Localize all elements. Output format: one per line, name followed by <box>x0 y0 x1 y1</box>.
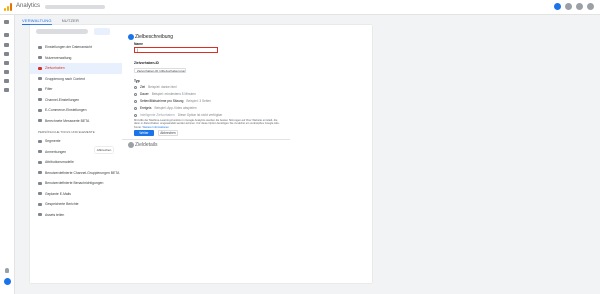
goal-type-pages-per-session[interactable]: Seiten/Bildschirme pro Sitzung Beispiel: … <box>134 98 211 104</box>
goal-type-event[interactable]: Ereignis Beispiel: App-Video abspielen <box>134 105 197 111</box>
cart-icon <box>38 108 42 112</box>
search-icon[interactable] <box>4 20 9 24</box>
help-icon[interactable] <box>565 3 572 10</box>
home-icon[interactable] <box>4 33 9 37</box>
sidebar-item-filters[interactable]: Filter <box>30 84 122 95</box>
conversions-icon[interactable] <box>4 88 9 92</box>
left-nav-rail <box>0 15 15 294</box>
tab-nutzer[interactable]: NUTZER <box>62 15 79 25</box>
view-selector[interactable] <box>36 29 88 34</box>
avatar[interactable] <box>587 3 594 10</box>
radio-button <box>134 113 137 117</box>
settings-icon <box>38 45 42 49</box>
analytics-logo-icon <box>4 3 13 11</box>
sidebar-item-attribution[interactable]: Attributionsmodelle <box>30 157 122 168</box>
smart-goals-note: Mit Hilfe der Machine-Learning-Funktion … <box>134 119 280 129</box>
sidebar-item-custom-channels[interactable]: Benutzerdefinierte Channel-Gruppierungen… <box>30 168 122 179</box>
cancel-button[interactable]: Abbrechen <box>158 130 178 136</box>
share-icon <box>38 213 42 217</box>
attribution-icon <box>38 160 42 164</box>
sidebar-item-view-settings[interactable]: Einstellungen der Datenansicht <box>30 42 122 53</box>
radio-button[interactable] <box>134 92 137 96</box>
notifications-icon[interactable] <box>554 3 561 10</box>
view-create-button[interactable] <box>94 28 110 35</box>
name-label: Name <box>134 42 143 46</box>
filter-icon <box>38 87 42 91</box>
goal-type-destination[interactable]: Ziel Beispiel: danke.html <box>134 84 177 90</box>
group-icon <box>38 77 42 81</box>
personal-tools-heading: PERSÖNLICHE TOOLS UND ELEMENTE <box>38 130 95 134</box>
radio-button[interactable] <box>134 106 137 110</box>
sidebar-item-custom-alerts[interactable]: Benutzerdefinierte Benachrichtigungen <box>30 178 122 189</box>
channel-icon <box>38 98 42 102</box>
goal-type-duration[interactable]: Dauer Beispiel: mindestens 5 Minuten <box>134 91 196 97</box>
section-divider <box>122 139 290 140</box>
sidebar-item-saved-reports[interactable]: Gespeicherte Berichte <box>30 199 122 210</box>
sidebar-item-goals[interactable]: Zielvorhaben <box>30 63 122 74</box>
slot-label: Zielvorhaben-ID <box>134 61 159 65</box>
behavior-icon[interactable] <box>4 79 9 83</box>
goal-slot-select[interactable]: Zielvorhaben-ID 1/Zielvorhabengruppe 1 <box>134 68 186 73</box>
lightbulb-icon[interactable] <box>5 268 9 273</box>
saved-report-icon <box>38 202 42 206</box>
customization-icon[interactable] <box>4 43 9 47</box>
sidebar-item-ecommerce[interactable]: E-Commerce-Einstellungen <box>30 105 122 116</box>
admin-sidebar: Einstellungen der Datenansicht Nutzerver… <box>30 42 122 220</box>
realtime-icon[interactable] <box>4 52 9 56</box>
learn-more-link[interactable]: Weitere Informationen <box>143 126 169 129</box>
calc-icon <box>38 119 42 123</box>
flag-icon <box>38 66 42 70</box>
app-title: Analytics <box>16 3 41 9</box>
segments-icon <box>38 139 42 143</box>
step-1-indicator <box>128 34 134 40</box>
top-app-bar: Analytics <box>0 0 600 15</box>
acquisition-icon[interactable] <box>4 70 9 74</box>
custom-channel-icon <box>38 171 42 175</box>
email-icon <box>38 192 42 196</box>
radio-button[interactable] <box>134 99 137 103</box>
audience-icon[interactable] <box>4 61 9 65</box>
goal-type-smart: Intelligente Zielvorhaben Diese Option is… <box>134 112 222 118</box>
goal-name-input[interactable] <box>134 47 218 53</box>
sidebar-item-content-grouping[interactable]: Gruppierung nach Content <box>30 74 122 85</box>
apps-icon[interactable] <box>576 3 583 10</box>
tab-verwaltung[interactable]: VERWALTUNG <box>22 15 52 25</box>
admin-gear-icon[interactable] <box>4 278 11 285</box>
account-breadcrumb[interactable] <box>45 5 105 9</box>
step-1-title: Zielbeschreibung <box>135 34 174 40</box>
radio-button[interactable] <box>134 85 137 89</box>
step-2-indicator <box>128 142 134 148</box>
sidebar-item-segments[interactable]: Segmente <box>30 136 122 147</box>
sidebar-item-scheduled-emails[interactable]: Geplante E-Mails <box>30 189 122 200</box>
continue-button[interactable]: Weiter <box>134 130 154 136</box>
sidebar-item-user-management[interactable]: Nutzerverwaltung <box>30 53 122 64</box>
annotation-icon <box>38 150 42 154</box>
step-2-title: Zieldetails <box>135 142 158 148</box>
alert-icon <box>38 181 42 185</box>
admin-panel: Einstellungen der Datenansicht Nutzerver… <box>30 25 372 283</box>
users-icon <box>38 56 42 60</box>
sidebar-item-channel-settings[interactable]: Channel-Einstellungen <box>30 95 122 106</box>
sidebar-item-calculated-metrics[interactable]: Berechnete Messwerte BETA <box>30 116 122 127</box>
cancel-tooltip: Abbrechen <box>95 147 113 153</box>
sidebar-item-share-assets[interactable]: Assets teilen <box>30 210 122 221</box>
type-label: Typ <box>134 79 140 83</box>
